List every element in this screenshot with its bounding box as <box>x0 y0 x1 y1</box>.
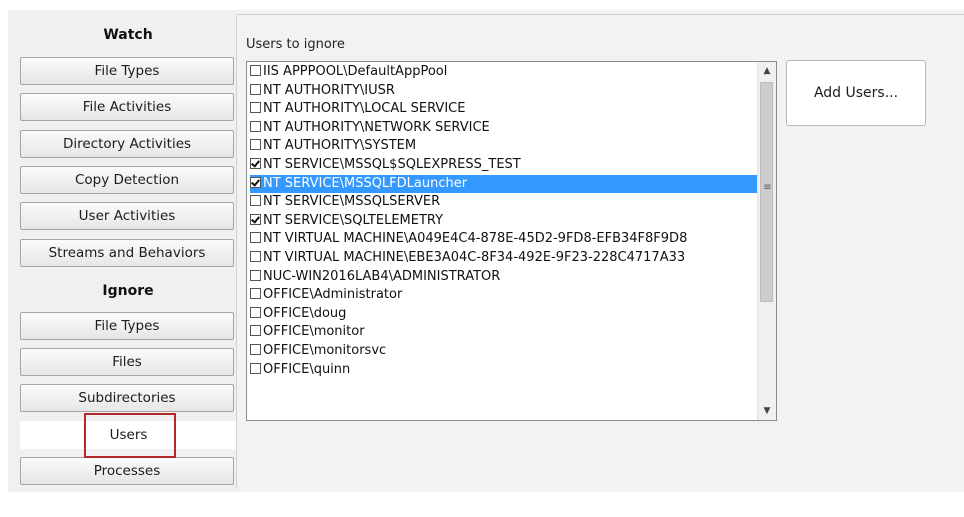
ignore-subdirectories-button[interactable]: Subdirectories <box>20 384 234 412</box>
user-list-item[interactable]: NT AUTHORITY\IUSR <box>250 82 758 101</box>
add-users-button[interactable]: Add Users... <box>786 60 926 126</box>
user-checkbox[interactable] <box>250 102 261 114</box>
user-list-item[interactable]: OFFICE\monitor <box>250 323 758 342</box>
user-list-item[interactable]: NT SERVICE\MSSQLFDLauncher <box>250 174 758 194</box>
user-list-item[interactable]: NUC-WIN2016LAB4\ADMINISTRATOR <box>250 268 758 287</box>
users-to-ignore-label: Users to ignore <box>246 37 345 52</box>
user-list-item[interactable]: NT AUTHORITY\LOCAL SERVICE <box>250 100 758 119</box>
user-list-item[interactable]: NT SERVICE\MSSQL$SQLEXPRESS_TEST <box>250 156 758 175</box>
user-checkbox[interactable] <box>250 325 261 337</box>
user-checkbox[interactable] <box>250 250 261 262</box>
user-checkbox[interactable] <box>250 176 261 188</box>
user-list-item[interactable]: NT VIRTUAL MACHINE\A049E4C4-878E-45D2-9F… <box>250 230 758 249</box>
user-name: NT AUTHORITY\SYSTEM <box>263 138 417 154</box>
user-name: OFFICE\quinn <box>263 361 351 377</box>
users-listbox[interactable]: IIS APPPOOL\DefaultAppPool NT AUTHORITY\I… <box>246 61 777 421</box>
user-name: NT SERVICE\MSSQL$SQLEXPRESS_TEST <box>263 156 521 172</box>
ignore-files-button[interactable]: Files <box>20 348 234 376</box>
watch-streams-and-behaviors-button[interactable]: Streams and Behaviors <box>20 239 234 267</box>
user-checkbox[interactable] <box>250 306 261 318</box>
user-checkbox[interactable] <box>250 65 261 76</box>
user-name: OFFICE\monitor <box>263 324 365 340</box>
user-checkbox[interactable] <box>250 269 261 281</box>
ignore-file-types-button[interactable]: File Types <box>20 312 234 340</box>
user-name: OFFICE\Administrator <box>263 287 403 303</box>
user-list-item[interactable]: OFFICE\quinn <box>250 361 758 380</box>
user-name: NT VIRTUAL MACHINE\EBE3A04C-8F34-492E-9F… <box>263 249 686 265</box>
user-checkbox[interactable] <box>250 139 261 151</box>
watch-copy-detection-button[interactable]: Copy Detection <box>20 166 234 194</box>
user-list-item[interactable]: IIS APPPOOL\DefaultAppPool <box>250 63 758 82</box>
scroll-up-icon[interactable]: ▲ <box>758 62 776 80</box>
watch-file-types-button[interactable]: File Types <box>20 57 234 85</box>
user-name: NT SERVICE\MSSQLFDLauncher <box>263 175 468 191</box>
user-name: NT AUTHORITY\NETWORK SERVICE <box>263 119 490 135</box>
scrollbar-thumb[interactable]: ≡ <box>760 82 773 302</box>
user-name: NT AUTHORITY\IUSR <box>263 82 395 98</box>
user-checkbox[interactable] <box>250 213 261 225</box>
user-name: NT SERVICE\MSSQLSERVER <box>263 194 441 210</box>
user-list-item[interactable]: NT SERVICE\MSSQLSERVER <box>250 193 758 212</box>
ignore-section-label: Ignore <box>102 283 154 299</box>
ignore-processes-button[interactable]: Processes <box>20 457 234 485</box>
user-list-item[interactable]: NT VIRTUAL MACHINE\EBE3A04C-8F34-492E-9F… <box>250 249 758 268</box>
user-list-item[interactable]: NT SERVICE\SQLTELEMETRY <box>250 212 758 231</box>
user-checkbox[interactable] <box>250 157 261 169</box>
watch-directory-activities-button[interactable]: Directory Activities <box>20 130 234 158</box>
user-name: NT AUTHORITY\LOCAL SERVICE <box>263 101 466 117</box>
user-checkbox[interactable] <box>250 120 261 132</box>
user-list-item[interactable]: OFFICE\Administrator <box>250 286 758 305</box>
user-checkbox[interactable] <box>250 362 261 374</box>
user-list-item[interactable]: NT AUTHORITY\SYSTEM <box>250 137 758 156</box>
user-list-item[interactable]: OFFICE\doug <box>250 305 758 324</box>
user-name: OFFICE\doug <box>263 305 347 321</box>
grip-icon: ≡ <box>763 182 772 193</box>
user-name: NT VIRTUAL MACHINE\A049E4C4-878E-45D2-9F… <box>263 231 688 247</box>
vertical-scrollbar[interactable]: ▲ ≡ ▼ <box>757 62 776 420</box>
user-name: OFFICE\monitorsvc <box>263 342 387 358</box>
user-checkbox[interactable] <box>250 343 261 355</box>
user-name: NT SERVICE\SQLTELEMETRY <box>263 212 444 228</box>
users-highlight-box <box>84 413 176 458</box>
user-checkbox[interactable] <box>250 195 261 207</box>
scroll-down-icon[interactable]: ▼ <box>758 402 776 420</box>
watch-section-label: Watch <box>103 27 153 43</box>
user-checkbox[interactable] <box>250 288 261 300</box>
user-list-item[interactable]: NT AUTHORITY\NETWORK SERVICE <box>250 119 758 138</box>
user-name: IIS APPPOOL\DefaultAppPool <box>263 64 448 79</box>
user-list-item[interactable]: OFFICE\monitorsvc <box>250 342 758 361</box>
watch-file-activities-button[interactable]: File Activities <box>20 93 234 121</box>
users-list: IIS APPPOOL\DefaultAppPool NT AUTHORITY\I… <box>250 63 758 379</box>
user-name: NUC-WIN2016LAB4\ADMINISTRATOR <box>263 268 501 284</box>
user-checkbox[interactable] <box>250 83 261 95</box>
watch-user-activities-button[interactable]: User Activities <box>20 202 234 230</box>
user-checkbox[interactable] <box>250 232 261 244</box>
